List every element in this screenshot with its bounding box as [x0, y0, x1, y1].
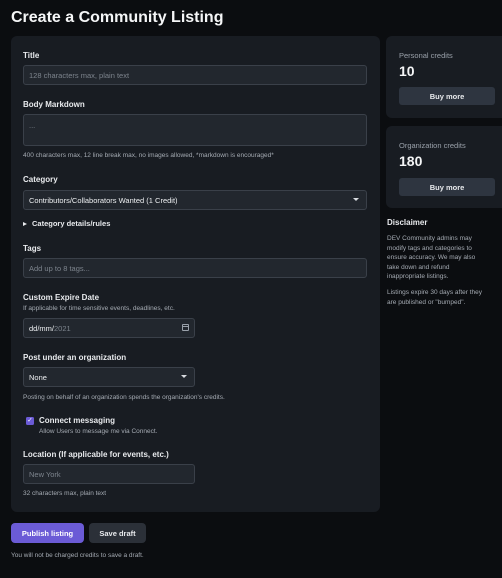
- disclaimer-line: take down and refund: [387, 263, 450, 271]
- org-buy-more-button[interactable]: Buy more: [399, 178, 495, 196]
- category-details-toggle[interactable]: Category details/rules: [23, 219, 110, 228]
- category-value: Contributors/Collaborators Wanted (1 Cre…: [29, 195, 178, 205]
- org-credits-card: Organization credits 180 Buy more: [386, 126, 502, 208]
- org-label: Post under an organization: [23, 353, 127, 362]
- personal-credits-card: Personal credits 10 Buy more: [386, 36, 502, 118]
- disclaimer-title: Disclaimer: [387, 218, 428, 227]
- expire-date-format: dd/mm/: [29, 323, 55, 333]
- personal-credits-value: 10: [399, 63, 415, 79]
- disclaimer-line: inappropriate listings.: [387, 273, 449, 280]
- title-label: Title: [23, 51, 40, 60]
- disclaimer-line: modify tags and categories to: [387, 244, 472, 252]
- body-help: 400 characters max, 12 line break max, n…: [23, 152, 274, 159]
- expire-label: Custom Expire Date: [23, 293, 100, 302]
- messaging-help: Allow Users to message me via Connect.: [39, 428, 158, 435]
- location-label: Location (If applicable for events, etc.…: [23, 450, 169, 459]
- tags-input[interactable]: Add up to 8 tags...: [23, 258, 367, 278]
- chevron-down-icon: [353, 198, 359, 201]
- location-input[interactable]: New York: [23, 464, 195, 484]
- expire-year: 2021: [54, 323, 71, 333]
- messaging-label[interactable]: Connect messaging: [39, 416, 115, 425]
- personal-buy-more-button[interactable]: Buy more: [399, 87, 495, 105]
- org-credits-value: 180: [399, 153, 423, 169]
- org-value: None: [29, 372, 47, 382]
- expire-help: If applicable for time sensitive events,…: [23, 305, 175, 312]
- expire-date-input[interactable]: dd/mm/ 2021: [23, 318, 195, 338]
- disclaimer-line: DEV Community admins may: [387, 235, 472, 242]
- chevron-down-icon: [181, 375, 187, 378]
- category-details-label: Category details/rules: [32, 219, 111, 228]
- org-help: Posting on behalf of an organization spe…: [23, 394, 225, 401]
- body-placeholder: ...: [29, 121, 36, 130]
- disclosure-triangle-icon: [23, 221, 27, 226]
- category-select[interactable]: Contributors/Collaborators Wanted (1 Cre…: [23, 190, 367, 210]
- tags-label: Tags: [23, 244, 42, 253]
- personal-credits-label: Personal credits: [399, 51, 453, 60]
- listing-form: Title 128 characters max, plain text Bod…: [11, 36, 380, 512]
- org-credits-label: Organization credits: [399, 141, 466, 150]
- messaging-checkbox[interactable]: ✓: [26, 417, 34, 425]
- page-title: Create a Community Listing: [11, 9, 224, 26]
- location-placeholder: New York: [29, 469, 61, 479]
- publish-listing-button[interactable]: Publish listing: [11, 523, 84, 543]
- body-textarea[interactable]: ...: [23, 114, 367, 146]
- title-placeholder: 128 characters max, plain text: [29, 70, 130, 80]
- body-label: Body Markdown: [23, 100, 85, 109]
- org-select[interactable]: None: [23, 367, 195, 387]
- draft-footnote: You will not be charged credits to save …: [11, 552, 144, 559]
- save-draft-button[interactable]: Save draft: [89, 523, 146, 543]
- category-label: Category: [23, 175, 58, 184]
- expiry-line: Listings expire 30 days after they: [387, 289, 483, 296]
- expiry-text: Listings expire 30 days after they are p…: [387, 288, 482, 307]
- location-help: 32 characters max, plain text: [23, 490, 107, 497]
- calendar-icon[interactable]: [182, 324, 189, 331]
- expiry-line: are published or "bumped".: [387, 298, 466, 306]
- disclaimer-line: ensure accuracy. We may also: [387, 254, 476, 261]
- disclaimer-text: DEV Community admins may modify tags and…: [387, 234, 475, 282]
- title-input[interactable]: 128 characters max, plain text: [23, 65, 367, 85]
- tags-placeholder: Add up to 8 tags...: [29, 263, 90, 273]
